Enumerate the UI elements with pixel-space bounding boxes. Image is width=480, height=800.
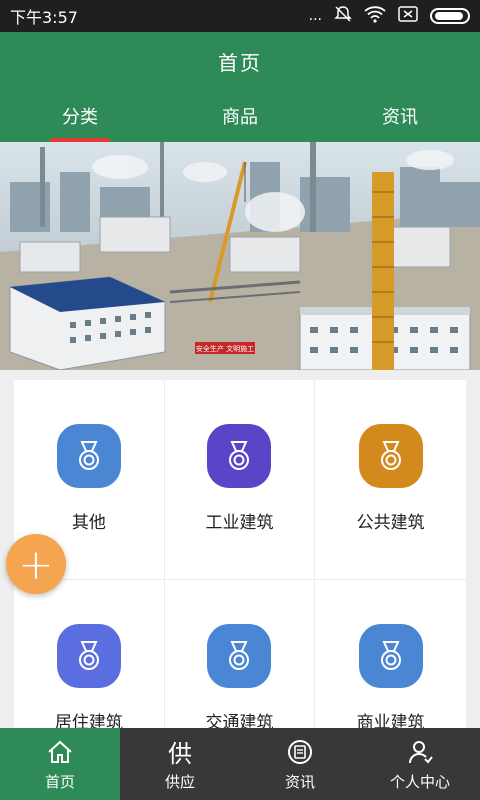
- status-icons: ...: [309, 5, 470, 27]
- battery-icon: [430, 8, 470, 24]
- nav-item-news[interactable]: 资讯: [240, 728, 360, 800]
- category-item-public[interactable]: 公共建筑: [315, 380, 466, 580]
- nav-label: 资讯: [284, 772, 315, 791]
- category-label: 商业建筑: [356, 713, 425, 728]
- news-icon: [287, 737, 313, 767]
- banner-sign-text: 安全生产 文明施工: [196, 344, 254, 353]
- category-grid: 其他 工业建筑 公共建筑 居住建筑 交通建筑 商业建筑: [14, 380, 466, 728]
- sim-icon: [398, 6, 418, 26]
- more-dots-icon: ...: [308, 8, 322, 24]
- plus-icon: +: [18, 539, 54, 589]
- tab-bar: 分类 商品 资讯: [0, 90, 480, 142]
- category-item-commercial[interactable]: 商业建筑: [315, 580, 466, 728]
- category-grid-area: 其他 工业建筑 公共建筑 居住建筑 交通建筑 商业建筑: [0, 370, 480, 728]
- nav-item-supply[interactable]: 供 供应: [120, 728, 240, 800]
- tab-news[interactable]: 资讯: [320, 90, 480, 142]
- category-label: 其他: [71, 513, 106, 533]
- nav-item-home[interactable]: 首页: [0, 728, 120, 800]
- page-title: 首页: [218, 50, 262, 75]
- category-label: 工业建筑: [205, 513, 274, 533]
- category-label: 居住建筑: [54, 713, 123, 728]
- user-icon: [407, 737, 433, 767]
- medal-icon: [207, 624, 272, 688]
- nav-item-profile[interactable]: 个人中心: [360, 728, 480, 800]
- medal-icon: [56, 624, 121, 688]
- tab-products[interactable]: 商品: [160, 90, 320, 142]
- wifi-icon: [364, 5, 386, 27]
- medal-icon: [207, 424, 272, 488]
- tab-category[interactable]: 分类: [0, 90, 160, 142]
- medal-icon: [358, 424, 423, 488]
- nav-label: 个人中心: [389, 772, 450, 791]
- bottom-nav: 首页 供 供应 资讯 个人中心: [0, 728, 480, 800]
- status-bar: 下午3:57 ...: [0, 0, 480, 32]
- mute-icon: [334, 5, 352, 27]
- category-label: 交通建筑: [205, 713, 274, 728]
- status-time: 下午3:57: [10, 8, 78, 27]
- supply-icon: 供: [168, 740, 192, 768]
- nav-label: 供应: [164, 772, 195, 791]
- category-item-transport[interactable]: 交通建筑: [165, 580, 316, 728]
- add-fab-button[interactable]: +: [6, 534, 66, 594]
- medal-icon: [358, 624, 423, 688]
- category-label: 公共建筑: [356, 513, 425, 533]
- banner-image[interactable]: 安全生产 文明施工: [0, 142, 480, 370]
- industrial-plant-illustration: 安全生产 文明施工: [0, 142, 480, 370]
- app-root: 下午3:57 ... 首页 分类 商品 资讯 安全生产 文明施工 其他 工业建筑…: [0, 0, 480, 800]
- nav-label: 首页: [44, 772, 75, 791]
- category-item-industrial[interactable]: 工业建筑: [164, 380, 316, 580]
- medal-icon: [56, 424, 121, 488]
- home-icon: [47, 737, 73, 767]
- header: 首页 分类 商品 资讯: [0, 32, 480, 142]
- category-item-residential[interactable]: 居住建筑: [14, 580, 165, 728]
